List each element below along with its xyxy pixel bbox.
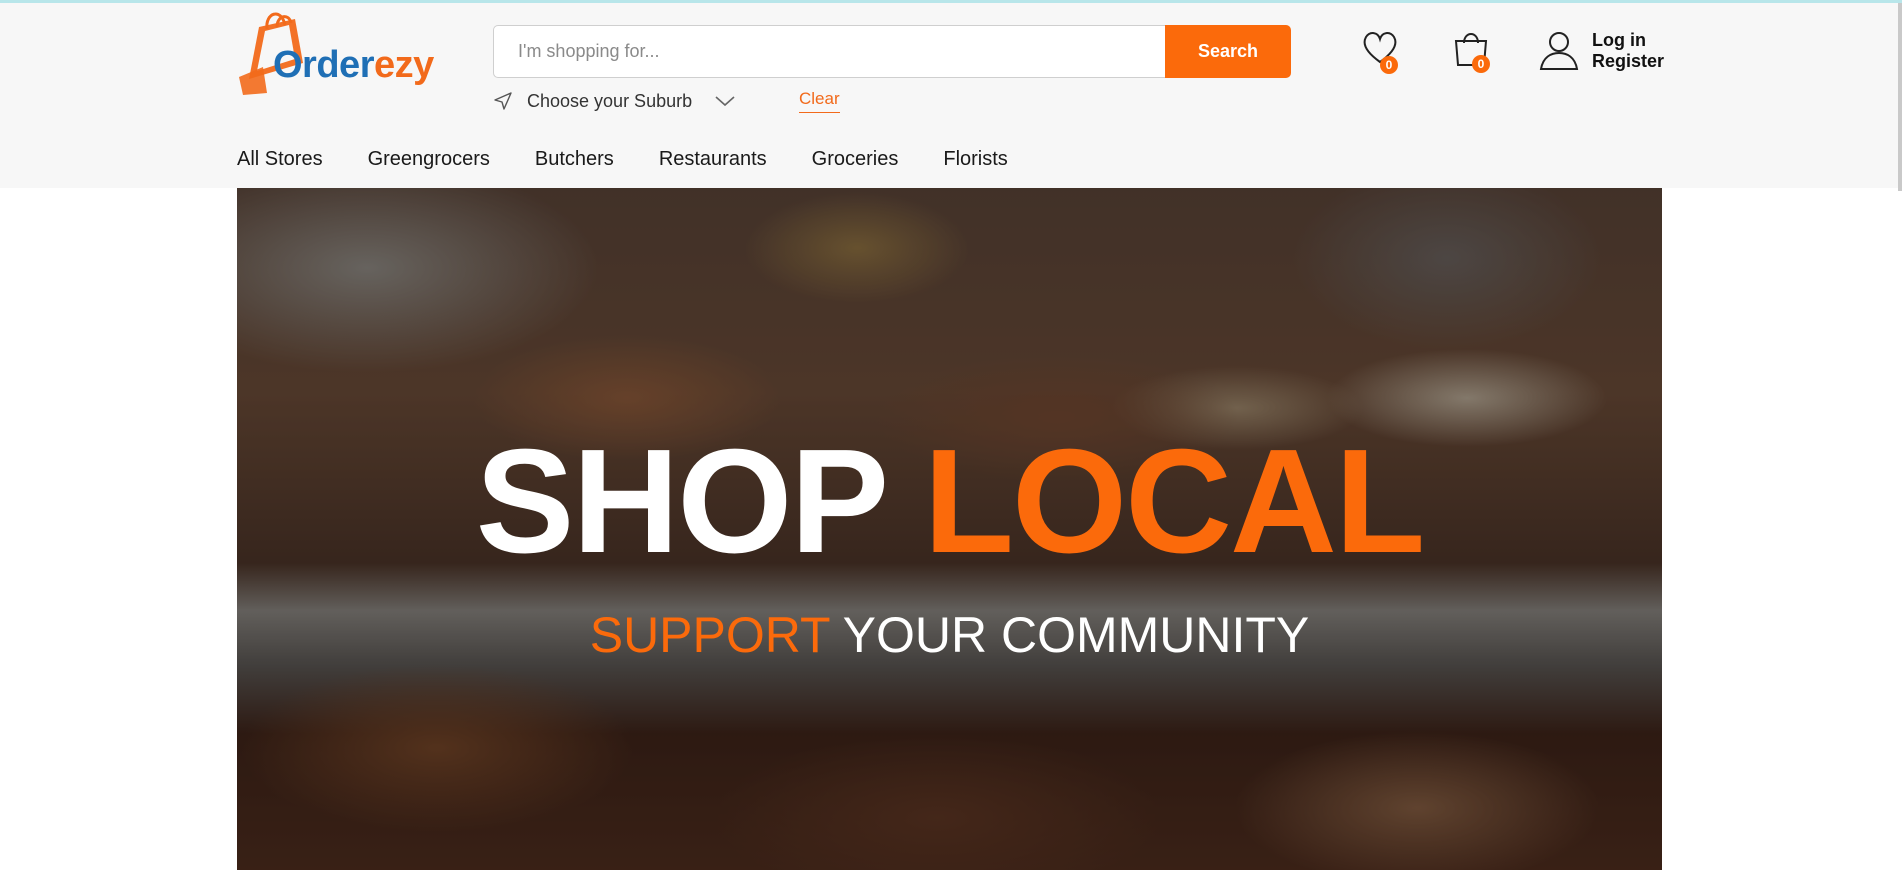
- logo-text-order: Order: [273, 44, 374, 86]
- nav-item-restaurants[interactable]: Restaurants: [659, 148, 767, 171]
- nav-item-greengrocers[interactable]: Greengrocers: [368, 148, 490, 171]
- search-input[interactable]: [494, 26, 1164, 77]
- login-link[interactable]: Log in: [1592, 30, 1646, 51]
- nav-item-groceries[interactable]: Groceries: [812, 148, 899, 171]
- search-bar: Search: [493, 25, 1291, 78]
- site-header: Orderezy Search Choose your Suburb Clear…: [0, 3, 1902, 188]
- nav-item-all-stores[interactable]: All Stores: [237, 148, 323, 171]
- chevron-down-icon: [715, 96, 735, 107]
- hero-title-local: LOCAL: [923, 419, 1426, 584]
- nav-item-butchers[interactable]: Butchers: [535, 148, 614, 171]
- hero-banner: SHOP LOCAL SUPPORT YOUR COMMUNITY: [237, 188, 1662, 870]
- wishlist-button[interactable]: 0: [1360, 28, 1404, 76]
- orderezy-logo[interactable]: Orderezy: [237, 7, 452, 97]
- hero-subtitle-support: SUPPORT: [589, 607, 830, 663]
- suburb-selector[interactable]: Choose your Suburb: [493, 87, 736, 115]
- hero-title: SHOP LOCAL: [237, 428, 1662, 576]
- hero-title-shop: SHOP: [475, 419, 887, 584]
- search-button[interactable]: Search: [1165, 25, 1291, 78]
- hero-subtitle-community: YOUR COMMUNITY: [842, 607, 1310, 663]
- user-icon: [1539, 32, 1579, 70]
- scrollbar-thumb[interactable]: [1898, 3, 1902, 191]
- cart-count-badge: 0: [1472, 55, 1490, 73]
- account-link[interactable]: Log in Register: [1538, 29, 1668, 73]
- location-arrow-icon: [494, 92, 512, 110]
- wishlist-count-badge: 0: [1380, 56, 1398, 74]
- cart-button[interactable]: 0: [1450, 27, 1496, 77]
- hero-subtitle: SUPPORT YOUR COMMUNITY: [237, 610, 1662, 660]
- clear-suburb-link[interactable]: Clear: [799, 89, 840, 113]
- register-link[interactable]: Register: [1592, 51, 1664, 72]
- suburb-label: Choose your Suburb: [527, 90, 693, 111]
- category-nav: All Stores Greengrocers Butchers Restaur…: [237, 148, 1053, 171]
- logo-text-ezy: ezy: [373, 44, 434, 86]
- nav-item-florists[interactable]: Florists: [943, 148, 1007, 171]
